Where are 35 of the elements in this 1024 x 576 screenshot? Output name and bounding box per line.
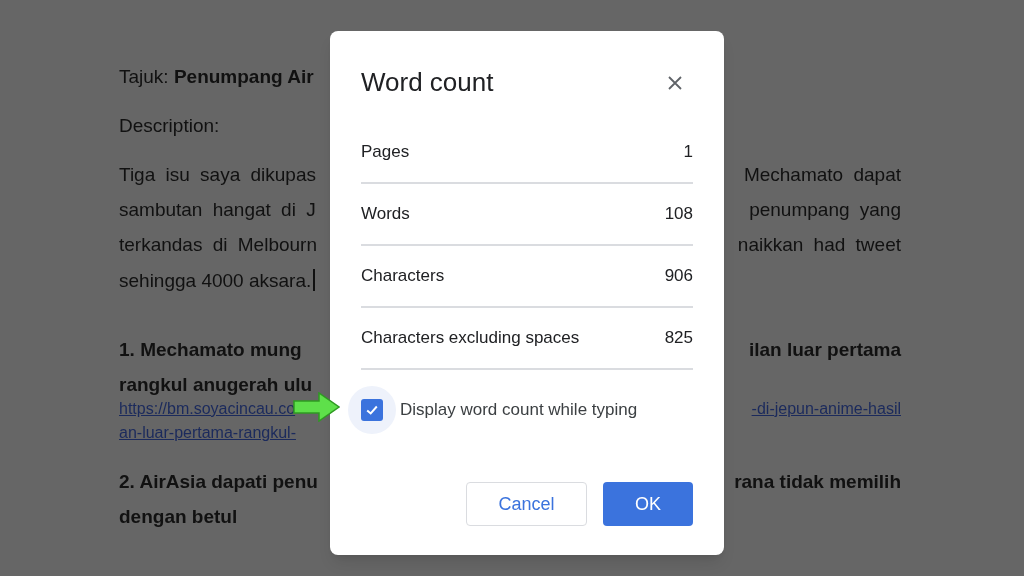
stat-value: 1 xyxy=(683,141,693,164)
cancel-button[interactable]: Cancel xyxy=(466,482,587,526)
link-text[interactable]: an-luar-pertama-rangkul- xyxy=(119,423,296,443)
stat-value: 108 xyxy=(664,203,693,226)
document-text: dengan betul xyxy=(119,506,238,527)
stat-label: Pages xyxy=(361,141,410,164)
arrow-icon xyxy=(293,392,340,422)
document-text: rana tidak memilih xyxy=(734,471,901,492)
document-text: terkandas di Melbourn xyxy=(119,234,317,255)
stat-value: 825 xyxy=(664,327,693,350)
checkbox[interactable] xyxy=(348,386,396,434)
ok-button[interactable]: OK xyxy=(603,482,693,526)
document-text: naikkan had tweet xyxy=(737,234,901,255)
document-text: 2. AirAsia dapati penu xyxy=(119,471,318,492)
stat-label: Characters excluding spaces xyxy=(361,327,580,350)
stat-value: 906 xyxy=(664,265,693,288)
document-text: Tajuk: Penumpang Air xyxy=(119,66,314,87)
text-cursor xyxy=(313,269,316,291)
dialog-title: Word count xyxy=(361,66,494,99)
document-text: Mechamato dapat xyxy=(743,164,901,185)
document-text: sambutan hangat di J xyxy=(119,199,316,220)
check-icon xyxy=(365,403,379,417)
document-text: ilan luar pertama xyxy=(748,339,901,360)
document-text: rangkul anugerah ulu xyxy=(119,374,313,395)
link-text[interactable]: -di-jepun-anime-hasil xyxy=(751,399,901,419)
document-text: 1. Mechamato mung xyxy=(119,339,302,360)
stat-label: Characters xyxy=(361,265,445,288)
stat-label: Words xyxy=(361,203,410,226)
close-icon[interactable] xyxy=(667,74,683,91)
document-text: penumpang yang xyxy=(749,199,901,220)
document-text: sehingga 4000 aksara. xyxy=(119,269,316,291)
checkbox-label: Display word count while typing xyxy=(400,399,638,422)
document-text: Tiga isu saya dikupas xyxy=(119,164,316,185)
document-text: Description: xyxy=(119,115,220,136)
link-text[interactable]: https://bm.soyacincau.co xyxy=(119,399,296,419)
